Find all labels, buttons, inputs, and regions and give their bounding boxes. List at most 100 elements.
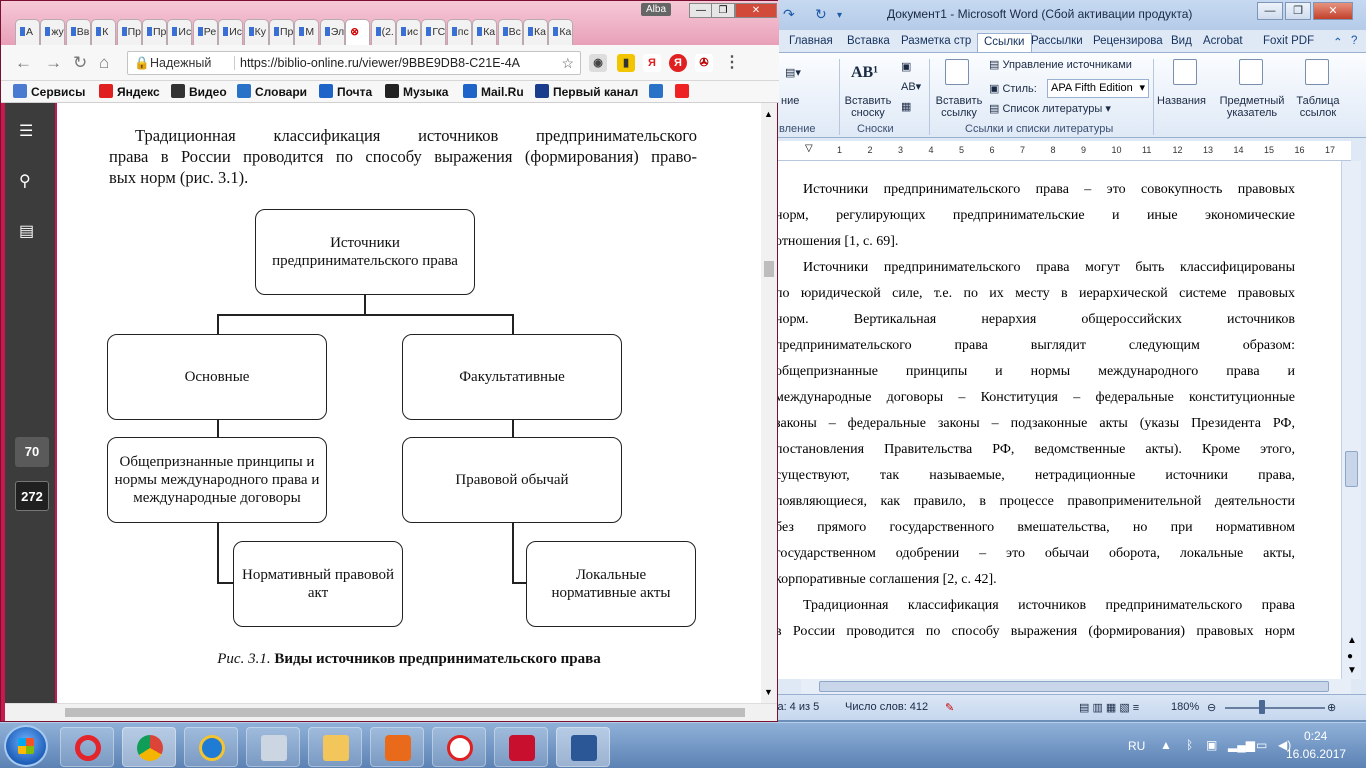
extension-bookmark-icon[interactable]: ▮ bbox=[617, 54, 635, 72]
toa-button[interactable]: Таблица ссылок bbox=[1291, 95, 1345, 119]
citation-style-select[interactable]: APA Fifth Edition ▾ bbox=[1047, 79, 1149, 98]
word-vertical-scrollbar[interactable]: ▲ ● ▼ bbox=[1341, 161, 1361, 679]
word-minimize-button[interactable]: — bbox=[1257, 2, 1283, 20]
ribbon-tab-mailings[interactable]: Рассылки bbox=[1025, 33, 1089, 52]
ribbon-tab-foxit[interactable]: Foxit PDF bbox=[1257, 33, 1320, 52]
zoom-out-icon[interactable]: ⊖ bbox=[1207, 701, 1216, 714]
bookmark-star-icon[interactable]: ☆ bbox=[561, 52, 574, 74]
prev-page-icon[interactable]: ▲ bbox=[1347, 635, 1357, 646]
browser-tab[interactable]: К bbox=[91, 19, 117, 45]
zoom-slider[interactable] bbox=[1225, 707, 1325, 709]
word-close-button[interactable]: ✕ bbox=[1313, 2, 1353, 20]
browser-tab[interactable]: Пр bbox=[116, 19, 142, 45]
next-footnote-icon[interactable]: AB▾ bbox=[901, 81, 921, 93]
show-notes-icon[interactable]: ▦ bbox=[901, 101, 911, 113]
profile-badge[interactable]: Alba bbox=[641, 3, 672, 16]
endnote-icon[interactable]: ▣ bbox=[901, 61, 911, 73]
browser-tab[interactable]: Пр bbox=[269, 19, 294, 45]
scroll-down-icon[interactable]: ▼ bbox=[764, 687, 773, 697]
battery-icon[interactable]: ▭ bbox=[1256, 738, 1267, 752]
chrome-minimize-button[interactable]: — bbox=[689, 3, 713, 18]
taskbar-explorer[interactable] bbox=[308, 727, 362, 767]
insert-citation-button[interactable]: Вставить ссылку bbox=[931, 95, 987, 119]
zoom-in-icon[interactable]: ⊕ bbox=[1327, 701, 1336, 714]
toc-dropdown-icon[interactable]: ▤▾ bbox=[785, 67, 801, 79]
reader-vertical-scrollbar[interactable]: ▲ ▼ bbox=[761, 103, 777, 703]
address-bar[interactable]: 🔒 Надежный https://biblio-online.ru/view… bbox=[127, 51, 581, 75]
bookmark-item[interactable]: Словари bbox=[237, 84, 307, 99]
browser-tab[interactable]: пс bbox=[446, 19, 472, 45]
status-word-count[interactable]: Число слов: 412 bbox=[845, 701, 928, 713]
bibliography-button[interactable]: ▤ Список литературы ▾ bbox=[989, 103, 1111, 115]
browser-tab[interactable]: жу bbox=[40, 19, 66, 45]
browser-tab[interactable]: (2. bbox=[370, 19, 396, 45]
ribbon-tab-insert[interactable]: Вставка bbox=[841, 33, 896, 52]
captions-button[interactable]: Названия bbox=[1157, 95, 1206, 107]
bookmark-item[interactable]: Музыка bbox=[385, 84, 448, 99]
browser-tab[interactable]: А bbox=[15, 19, 40, 45]
browser-tab[interactable]: Вв bbox=[65, 19, 91, 45]
current-page-box[interactable]: 70 bbox=[15, 437, 49, 467]
home-icon[interactable]: ⌂ bbox=[99, 53, 109, 73]
browser-tab[interactable]: Ку bbox=[243, 19, 269, 45]
next-page-icon[interactable]: ▼ bbox=[1347, 665, 1357, 676]
browse-object-icon[interactable]: ● bbox=[1347, 651, 1353, 662]
url-text[interactable]: https://biblio-online.ru/viewer/9BBE9DB8… bbox=[240, 52, 520, 74]
browser-tab[interactable]: Ка bbox=[548, 19, 574, 45]
extension-yandex-icon[interactable]: Я bbox=[643, 54, 661, 72]
bookmark-item[interactable]: Почта bbox=[319, 84, 372, 99]
browser-tab[interactable]: Ис bbox=[167, 19, 193, 45]
language-indicator[interactable]: RU bbox=[1128, 739, 1145, 753]
reload-icon[interactable]: ↻ bbox=[73, 53, 87, 73]
tray-expand-icon[interactable]: ▲ bbox=[1160, 738, 1172, 752]
taskbar-media-player[interactable] bbox=[370, 727, 424, 767]
browser-tab[interactable]: Ка bbox=[523, 19, 548, 45]
browser-tab[interactable]: Ка bbox=[472, 19, 498, 45]
redo-icon[interactable]: ↷ bbox=[783, 6, 795, 23]
taskbar-chrome[interactable] bbox=[122, 727, 176, 767]
browser-tab[interactable]: Пр bbox=[142, 19, 167, 45]
word-scroll-thumb[interactable] bbox=[1345, 451, 1358, 487]
reader-scroll-thumb[interactable] bbox=[764, 261, 774, 277]
ribbon-tab-home[interactable]: Главная bbox=[783, 33, 839, 52]
taskbar-opera[interactable] bbox=[60, 727, 114, 767]
browser-tab[interactable]: Эл bbox=[319, 19, 345, 45]
word-horizontal-scrollbar[interactable] bbox=[801, 679, 1351, 694]
refresh-icon[interactable]: ↻ bbox=[815, 6, 827, 23]
proofing-icon[interactable]: ✎ bbox=[945, 701, 954, 714]
clock-date[interactable]: 16.06.2017 bbox=[1286, 747, 1346, 761]
bookmark-item[interactable]: Видео bbox=[171, 84, 227, 99]
bluetooth-icon[interactable]: ᛒ bbox=[1186, 738, 1193, 752]
browser-tab[interactable]: ГС bbox=[421, 19, 447, 45]
ribbon-tab-review[interactable]: Рецензирова bbox=[1087, 33, 1169, 52]
extension-yandex-round-icon[interactable]: Я bbox=[669, 54, 687, 72]
chrome-maximize-button[interactable]: ❐ bbox=[711, 3, 735, 18]
taskbar-word[interactable] bbox=[556, 727, 610, 767]
reader-hscroll-thumb[interactable] bbox=[65, 708, 745, 717]
help-icon[interactable]: ? bbox=[1345, 33, 1363, 52]
indent-marker-icon[interactable]: ▽ bbox=[805, 143, 813, 154]
bookmark-item[interactable]: Первый канал bbox=[535, 84, 638, 99]
search-icon[interactable]: ⚲ bbox=[19, 171, 31, 191]
chrome-menu-icon[interactable]: ⋮ bbox=[723, 54, 741, 72]
device-icon[interactable]: ▣ bbox=[1206, 738, 1217, 752]
youtube-icon[interactable] bbox=[675, 84, 693, 99]
contents-icon[interactable]: ▤ bbox=[19, 221, 34, 241]
word-document-page[interactable]: Источники предпринимательского права – э… bbox=[761, 161, 1341, 679]
clock-time[interactable]: 0:24 bbox=[1304, 729, 1327, 743]
chrome-close-button[interactable]: ✕ bbox=[735, 3, 777, 18]
ribbon-tab-acrobat[interactable]: Acrobat bbox=[1197, 33, 1249, 52]
horizontal-ruler[interactable]: 1 2 3 4 5 6 7 8 9 10 11 12 13 14 15 16 17 ▽ bbox=[761, 141, 1351, 161]
start-button[interactable] bbox=[4, 725, 48, 767]
insert-footnote-button[interactable]: Вставить сноску bbox=[839, 95, 897, 119]
ribbon-tab-view[interactable]: Вид bbox=[1165, 33, 1198, 52]
browser-tab[interactable]: Ис bbox=[218, 19, 244, 45]
forward-icon[interactable]: → bbox=[45, 53, 62, 73]
browser-tab[interactable]: ⊗ bbox=[345, 19, 371, 45]
index-button[interactable]: Предметный указатель bbox=[1215, 95, 1289, 119]
bookmark-item[interactable]: Сервисы bbox=[13, 84, 85, 99]
manage-sources-button[interactable]: ▤ Управление источниками bbox=[989, 59, 1132, 71]
toc-update-label[interactable]: ние bbox=[781, 95, 799, 107]
word-hscroll-thumb[interactable] bbox=[819, 681, 1329, 692]
browser-tab[interactable]: М bbox=[294, 19, 320, 45]
